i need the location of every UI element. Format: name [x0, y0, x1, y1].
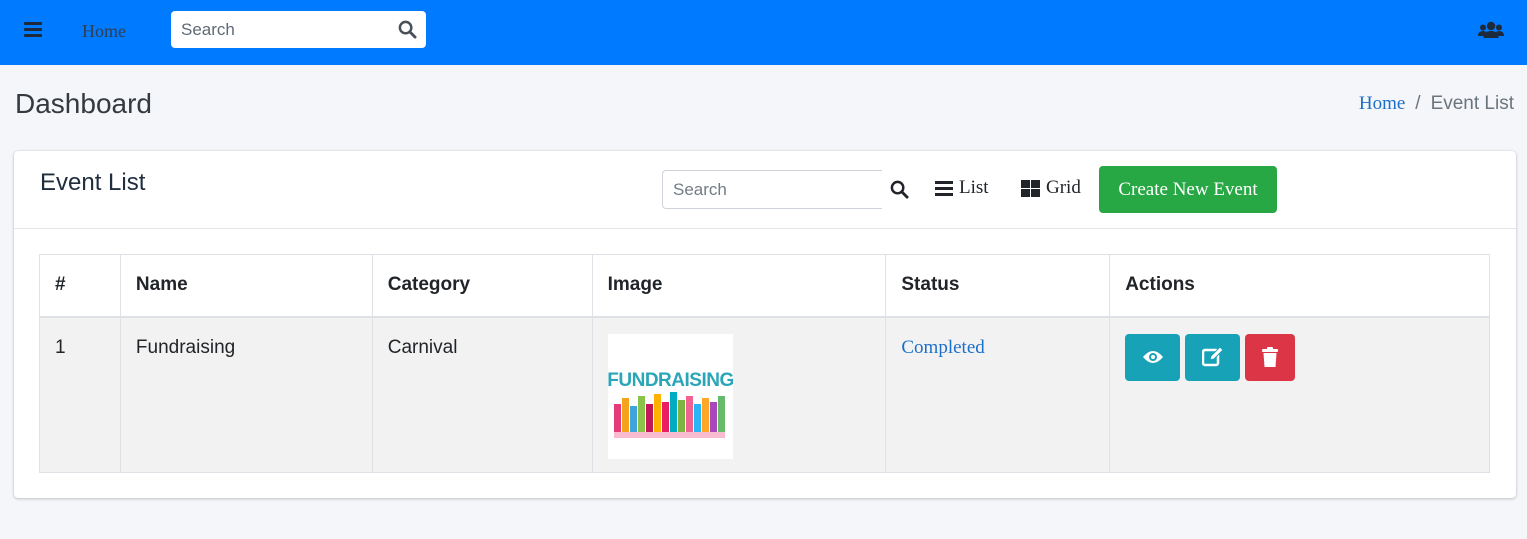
menu-toggle-icon[interactable] [24, 22, 42, 38]
column-header-number: # [39, 254, 121, 318]
search-icon[interactable] [398, 20, 417, 39]
breadcrumb: Home / Event List [1359, 93, 1514, 115]
navbar-search-input[interactable] [171, 11, 391, 48]
breadcrumb-current: Event List [1430, 93, 1514, 114]
status-badge[interactable]: Completed [901, 337, 984, 358]
cell-actions [1109, 316, 1490, 473]
cell-status: Completed [885, 316, 1111, 473]
list-view-label: List [959, 177, 989, 198]
grid-view-label: Grid [1046, 177, 1081, 198]
event-thumbnail[interactable]: FUNDRAISING [607, 333, 734, 459]
cell-number: 1 [39, 316, 121, 473]
create-new-event-button[interactable]: Create New Event [1099, 166, 1277, 213]
card-title: Event List [40, 169, 146, 196]
trash-icon [1262, 347, 1279, 367]
top-navbar: Home [0, 0, 1527, 65]
eye-icon [1142, 351, 1163, 363]
column-header-actions: Actions [1109, 254, 1490, 318]
grid-icon [1021, 179, 1040, 197]
cell-name: Fundraising [119, 316, 373, 473]
edit-icon [1201, 347, 1224, 367]
delete-event-button[interactable] [1245, 333, 1296, 381]
column-header-category: Category [371, 254, 593, 318]
cell-category: Carnival [371, 316, 593, 473]
users-icon[interactable] [1478, 20, 1504, 40]
table-row: 1 Fundraising Carnival FUNDRAISING Compl… [39, 316, 1490, 473]
breadcrumb-home-link[interactable]: Home [1359, 93, 1405, 115]
event-search-input[interactable] [662, 170, 882, 209]
card-header: Event List List Grid Create New Event [14, 151, 1516, 229]
event-list-card: Event List List Grid Create New Event [14, 151, 1516, 498]
list-icon [935, 181, 953, 196]
table-header-row: # Name Category Image Status Actions [39, 254, 1490, 318]
column-header-image: Image [591, 254, 887, 318]
column-header-status: Status [885, 254, 1111, 318]
page-title: Dashboard [15, 88, 152, 119]
search-icon[interactable] [890, 180, 909, 199]
cell-image: FUNDRAISING [591, 316, 887, 473]
breadcrumb-separator: / [1415, 93, 1421, 114]
thumbnail-text: FUNDRAISING [608, 370, 733, 391]
navbar-search [171, 11, 426, 48]
column-header-name: Name [119, 254, 373, 318]
row-actions [1125, 333, 1489, 381]
nav-home-link[interactable]: Home [82, 21, 126, 42]
view-event-button[interactable] [1125, 333, 1181, 381]
grid-view-button[interactable]: Grid [1021, 177, 1081, 199]
list-view-button[interactable]: List [935, 177, 989, 199]
events-table: # Name Category Image Status Actions 1 F… [39, 254, 1490, 473]
edit-event-button[interactable] [1185, 333, 1241, 381]
